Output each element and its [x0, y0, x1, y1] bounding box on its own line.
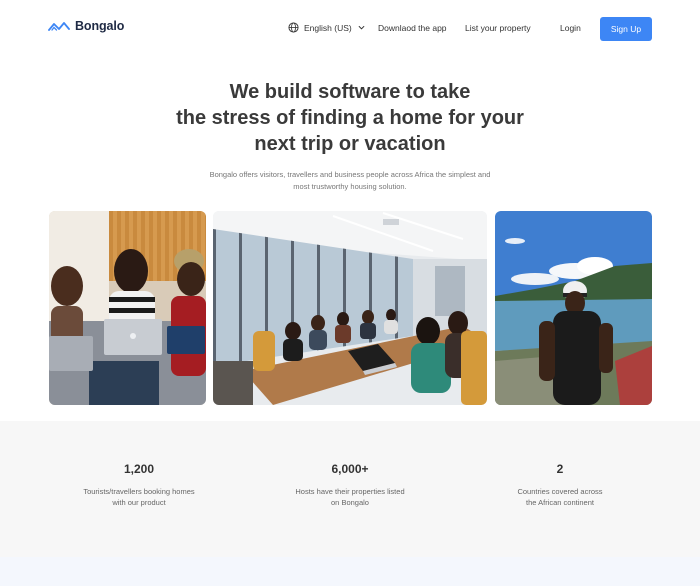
hero-title-line: next trip or vacation [254, 133, 446, 155]
stat-item: 6,000+ Hosts have their properties liste… [275, 462, 425, 508]
stat-number: 1,200 [123, 462, 155, 476]
hero-subtitle-line: Bongalo offers visitors, travellers and … [209, 170, 491, 179]
stat-description-line: Tourists/travellers booking homes [83, 487, 195, 496]
globe-icon [288, 22, 299, 33]
photo-people-with-laptops [49, 211, 206, 405]
logo-text: Bongalo [75, 19, 125, 33]
login-link[interactable]: Login [560, 23, 581, 33]
hero-subtitle: Bongalo offers visitors, travellers and … [185, 169, 515, 193]
stat-description: Countries covered across the African con… [485, 486, 635, 508]
chevron-down-icon [358, 25, 365, 30]
language-label: English (US) [304, 22, 352, 33]
next-section-band [0, 557, 700, 586]
download-app-link[interactable]: Downlaod the app [378, 23, 447, 33]
stat-description-line: Hosts have their properties listed [295, 487, 405, 496]
photo-conference-room-meeting [213, 211, 487, 405]
photo-man-at-lake [495, 211, 652, 405]
stat-number: 6,000+ [331, 462, 369, 476]
roof-wave-icon [48, 22, 70, 31]
hero-title: We build software to take the stress of … [150, 79, 550, 157]
stat-number: 2 [556, 462, 564, 476]
site-header: Bongalo English (US) Downlaod the app Li… [0, 0, 700, 56]
stat-description: Hosts have their properties listed on Bo… [275, 486, 425, 508]
stat-description-line: on Bongalo [331, 498, 369, 507]
language-selector[interactable]: English (US) [288, 22, 365, 33]
stat-description-line: with our product [112, 498, 166, 507]
hero-subtitle-line: most trustworthy housing solution. [293, 182, 407, 191]
stat-description-line: the African continent [526, 498, 594, 507]
stat-item: 1,200 Tourists/travellers booking homes … [64, 462, 214, 508]
logo[interactable]: Bongalo [48, 19, 124, 33]
hero-title-line: the stress of finding a home for your [176, 107, 524, 129]
stat-item: 2 Countries covered across the African c… [485, 462, 635, 508]
hero-title-line: We build software to take [229, 81, 471, 103]
sign-up-button[interactable]: Sign Up [600, 17, 652, 41]
list-property-link[interactable]: List your property [465, 23, 531, 33]
stat-description: Tourists/travellers booking homes with o… [64, 486, 214, 508]
stat-description-line: Countries covered across [517, 487, 603, 496]
stats-section: 1,200 Tourists/travellers booking homes … [0, 421, 700, 557]
